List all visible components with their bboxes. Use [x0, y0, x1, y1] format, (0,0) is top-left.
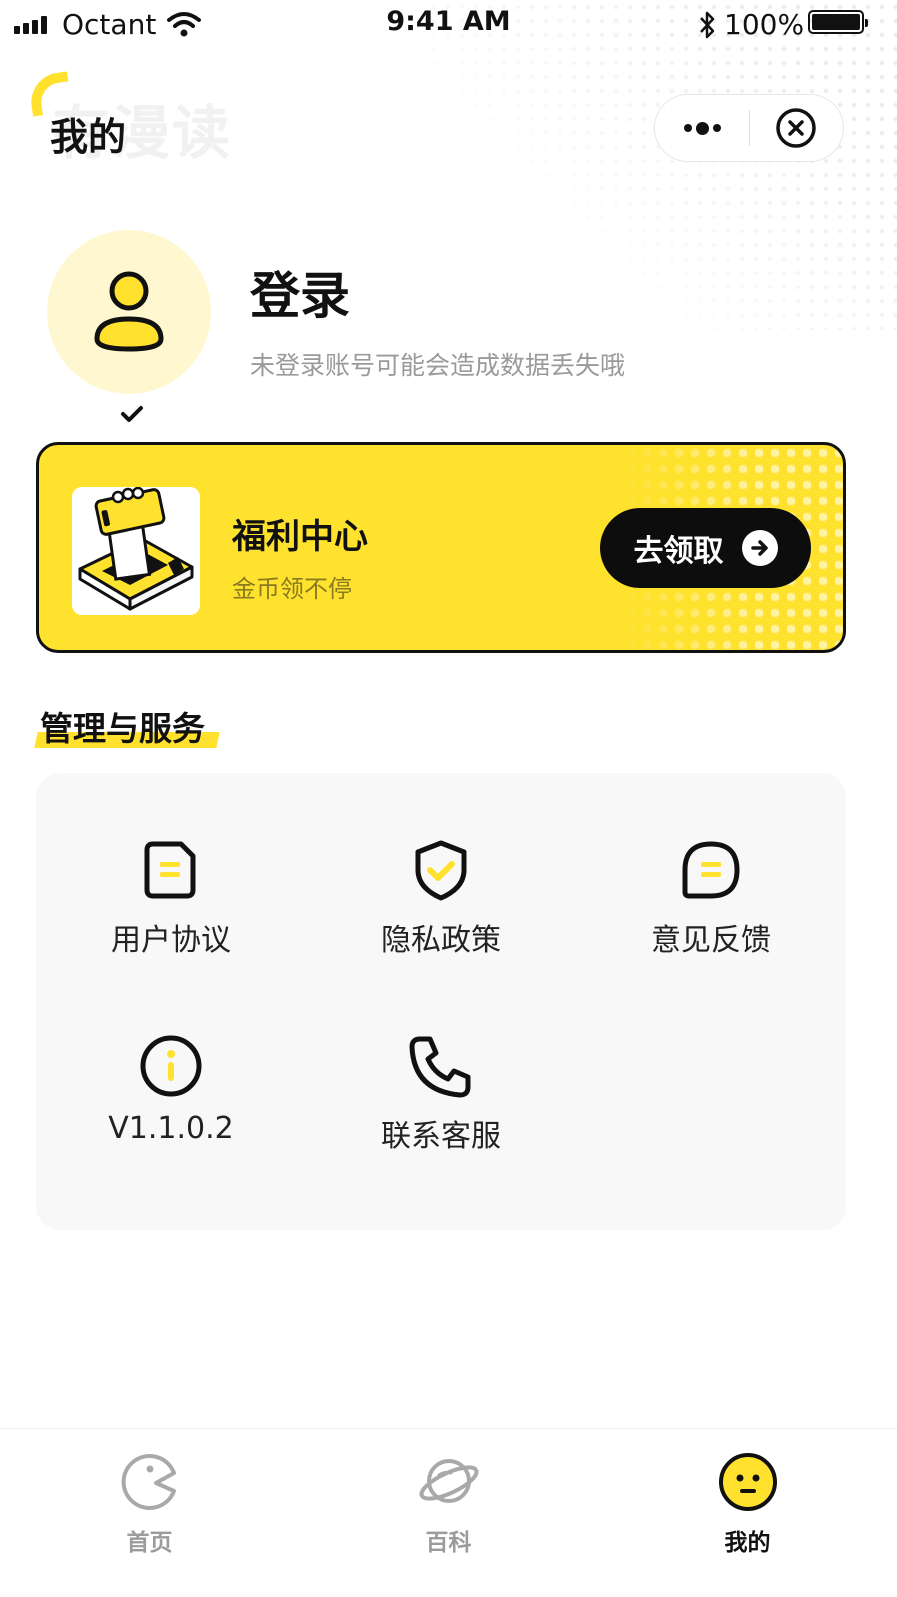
check-icon	[120, 404, 144, 428]
tab-encyclopedia[interactable]: 百科	[299, 1429, 598, 1597]
close-circle-icon	[776, 108, 817, 148]
service-version[interactable]: V1.1.0.2	[36, 1031, 306, 1146]
tab-home[interactable]: 首页	[0, 1429, 299, 1597]
more-button[interactable]	[655, 95, 749, 161]
service-label: 用户协议	[111, 923, 231, 958]
bluetooth-icon	[697, 10, 717, 44]
mine-page: Octant 9:41 AM 100% 有漫读 我的 登录 未登录账号可能会造成…	[0, 0, 897, 1597]
shield-check-icon	[306, 835, 576, 905]
battery-icon	[808, 10, 868, 34]
service-feedback[interactable]: 意见反馈	[576, 835, 846, 959]
status-bar: Octant 9:41 AM 100%	[0, 0, 897, 50]
tab-mine[interactable]: 我的	[598, 1429, 897, 1597]
services-panel: 用户协议 隐私政策 意见反馈 V1.1.0.2 联系客服	[36, 773, 846, 1230]
service-user-agreement[interactable]: 用户协议	[36, 835, 306, 959]
tab-label: 我的	[724, 1530, 771, 1556]
chat-bubble-icon	[576, 835, 846, 905]
close-button[interactable]	[750, 95, 843, 161]
service-contact-support[interactable]: 联系客服	[306, 1031, 576, 1155]
section-title: 管理与服务	[40, 709, 205, 748]
tab-label: 首页	[126, 1530, 173, 1556]
info-icon	[36, 1031, 306, 1101]
document-icon	[36, 835, 306, 905]
login-link[interactable]: 登录	[250, 256, 350, 328]
pacman-icon	[0, 1451, 299, 1513]
bottom-tab-bar: 首页 百科 我的	[0, 1428, 897, 1597]
phone-icon	[306, 1031, 576, 1101]
tab-label: 百科	[425, 1530, 472, 1556]
user-icon	[94, 271, 164, 352]
avatar[interactable]	[47, 230, 211, 394]
claim-button-label: 去领取	[633, 534, 724, 569]
services-section-header: 管理与服务	[34, 702, 220, 750]
service-label: 隐私政策	[381, 923, 501, 958]
welfare-center-card[interactable]: 福利中心 金币领不停 去领取	[36, 442, 846, 653]
version-label: V1.1.0.2	[108, 1111, 234, 1146]
welfare-illustration-icon	[72, 487, 200, 615]
welfare-subtitle: 金币领不停	[232, 575, 352, 603]
welfare-title: 福利中心	[232, 517, 368, 557]
battery-percentage: 100%	[724, 8, 805, 41]
planet-icon	[299, 1451, 598, 1513]
service-privacy-policy[interactable]: 隐私政策	[306, 835, 576, 959]
claim-button[interactable]: 去领取	[600, 508, 811, 588]
smiley-icon	[598, 1451, 897, 1513]
arrow-right-icon	[741, 530, 778, 566]
service-label: 意见反馈	[651, 923, 771, 958]
miniprogram-capsule	[654, 94, 844, 162]
service-label: 联系客服	[381, 1119, 501, 1154]
page-title: 我的	[50, 115, 127, 159]
login-hint-text: 未登录账号可能会造成数据丢失哦	[250, 351, 626, 380]
